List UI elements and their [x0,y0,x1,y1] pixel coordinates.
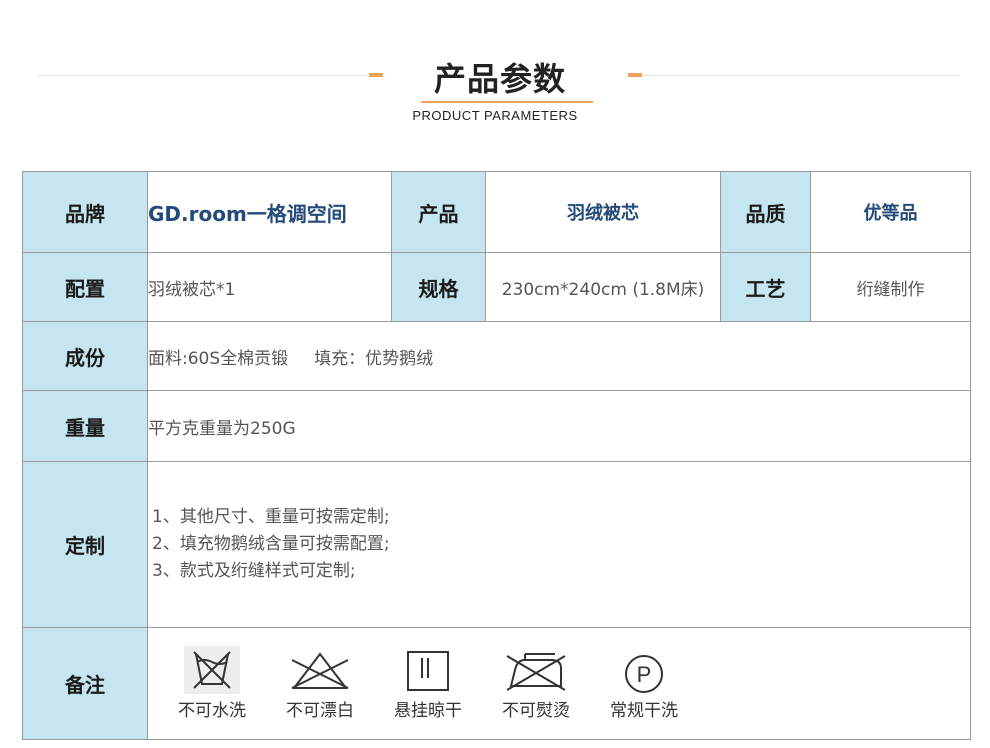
custom-value: 1、其他尺寸、重量可按需定制; 2、填充物鹅绒含量可按需配置; 3、款式及绗缝样… [147,461,971,628]
care-item-hang-dry: 悬挂晾干 [394,650,462,721]
hang-dry-icon [407,651,449,691]
composition-label: 成份 [22,321,148,391]
header-rule-right [642,75,960,76]
craft-label: 工艺 [720,252,811,322]
quality-value: 优等品 [810,171,971,253]
care-symbols: 不可水洗 不可漂白 悬挂晾干 不可熨烫 P 常规干洗 [147,627,971,740]
row-custom: 定制 1、其他尺寸、重量可按需定制; 2、填充物鹅绒含量可按需配置; 3、款式及… [22,461,971,628]
care-item-no-bleach: 不可漂白 [286,650,354,721]
row-care: 备注 不可水洗 不可漂白 悬挂晾干 不可熨烫 P 常规干洗 [22,627,971,740]
care-label: 备注 [22,627,148,740]
care-label-no-iron: 不可熨烫 [502,701,570,721]
custom-label: 定制 [22,461,148,628]
care-label-no-bleach: 不可漂白 [286,701,354,721]
svg-text:P: P [637,662,652,687]
row-brand: 品牌 GD.room一格调空间 产品 羽绒被芯 品质 优等品 [22,171,971,253]
custom-item-3: 3、款式及绗缝样式可定制; [152,561,356,581]
composition-value: 面料:60S全棉贡锻 填充：优势鹅绒 [147,321,971,391]
product-value: 羽绒被芯 [485,171,721,253]
spec-label: 规格 [391,252,486,322]
header-dash-right [628,73,642,77]
care-item-dry-clean: P 常规干洗 [610,650,678,721]
brand-label: 品牌 [22,171,148,253]
page-title: 产品参数 [433,60,566,98]
no-bleach-icon [291,652,349,689]
weight-value: 平方克重量为250G [147,390,971,462]
care-label-hang-dry: 悬挂晾干 [394,701,462,721]
no-wash-icon [184,646,240,694]
brand-value: GD.room一格调空间 [147,171,392,253]
quality-label: 品质 [720,171,811,253]
craft-value: 绗缝制作 [810,252,971,322]
care-item-no-wash: 不可水洗 [178,646,246,721]
spec-value: 230cm*240cm (1.8M床) [485,252,721,322]
product-label: 产品 [391,171,486,253]
custom-item-2: 2、填充物鹅绒含量可按需配置; [152,534,390,554]
config-value: 羽绒被芯*1 [147,252,392,322]
row-config: 配置 羽绒被芯*1 规格 230cm*240cm (1.8M床) 工艺 绗缝制作 [22,252,971,322]
no-iron-icon [506,653,566,691]
weight-label: 重量 [22,390,148,462]
composition-fill: 填充：优势鹅绒 [314,348,434,369]
care-label-dry-clean: 常规干洗 [610,701,678,721]
composition-fabric: 面料:60S全棉贡锻 [148,348,289,369]
parameters-table: 品牌 GD.room一格调空间 产品 羽绒被芯 品质 优等品 配置 羽绒被芯*1… [22,171,971,740]
row-weight: 重量 平方克重量为250G [22,390,971,462]
page-subtitle: PRODUCT PARAMETERS [412,108,578,123]
custom-item-1: 1、其他尺寸、重量可按需定制; [152,507,390,527]
config-label: 配置 [22,252,148,322]
title-underline [421,101,593,103]
header-rule-left [38,75,368,76]
dry-clean-p-icon: P [625,655,663,693]
row-composition: 成份 面料:60S全棉贡锻 填充：优势鹅绒 [22,321,971,391]
header-dash-left [369,73,383,77]
care-item-no-iron: 不可熨烫 [502,650,570,721]
care-label-no-wash: 不可水洗 [178,701,246,721]
